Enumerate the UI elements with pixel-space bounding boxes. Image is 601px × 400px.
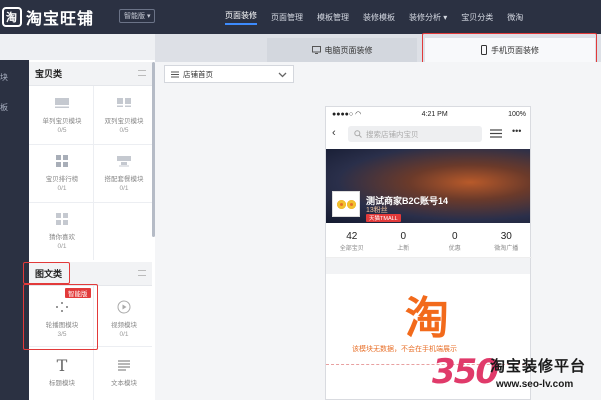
module-product-ranking[interactable]: 宝贝排行榜 0/1 xyxy=(31,144,93,202)
topnav-page-decorate[interactable]: 页面装修 xyxy=(218,0,264,34)
rail-item-modules[interactable]: 块 xyxy=(0,72,10,83)
text-lines-icon xyxy=(115,358,133,372)
topnav-product-category[interactable]: 宝贝分类 xyxy=(454,0,500,34)
more-dots-icon[interactable]: ••• xyxy=(512,126,521,136)
list-icon xyxy=(171,71,179,77)
stat-value: 0 xyxy=(400,231,407,242)
shop-search-input[interactable]: 搜索店铺内宝贝 xyxy=(348,126,482,142)
status-time: 4:21 PM xyxy=(421,110,448,118)
edition-dropdown[interactable]: 智能版 ▾ xyxy=(119,9,156,23)
module-guess-you-like[interactable]: 猜你喜欢 0/1 xyxy=(31,202,93,260)
page-select-value: 店铺首页 xyxy=(183,69,213,79)
section-products-header[interactable]: 宝贝类 xyxy=(29,62,152,86)
stat-label: 全部宝贝 xyxy=(339,246,364,252)
module-label: 文本模块 xyxy=(111,380,137,387)
section-gap xyxy=(326,258,530,274)
module-label: 标题模块 xyxy=(49,380,75,387)
module-label: 双列宝贝模块 xyxy=(104,118,144,125)
stat-all-products[interactable]: 42 全部宝贝 xyxy=(326,226,378,257)
module-count: 0/5 xyxy=(57,127,67,134)
module-label: 宝贝排行榜 xyxy=(45,176,79,183)
stat-new-arrivals[interactable]: 0 上新 xyxy=(378,226,430,257)
module-single-column-product[interactable]: 单列宝贝模块 0/5 xyxy=(31,86,93,144)
monitor-icon xyxy=(311,46,321,54)
watermark-brand: 淘宝装修平台 xyxy=(490,358,587,375)
carrier-signal: ●●●●○ ◠ xyxy=(332,111,362,118)
tab-pc-label: 电脑页面装修 xyxy=(324,45,373,55)
stat-value: 42 xyxy=(346,231,358,242)
taobao-tao-icon: 淘 xyxy=(405,293,449,344)
module-count: 0/5 xyxy=(119,127,129,134)
tmall-badge: 天猫TMALL xyxy=(366,214,401,222)
tab-pc-decorate[interactable]: 电脑页面装修 xyxy=(267,38,417,62)
battery-level: 100% xyxy=(508,110,526,118)
search-icon xyxy=(354,130,362,138)
stat-label: 优惠 xyxy=(448,246,461,252)
stat-value: 30 xyxy=(500,231,512,242)
app-logo-text: 淘宝旺铺 xyxy=(26,11,95,28)
store-logo xyxy=(332,191,360,217)
stat-value: 0 xyxy=(451,231,458,242)
module-label: 搭配套餐模块 xyxy=(104,176,144,183)
guess-you-like-icon xyxy=(53,212,71,226)
flower-icon xyxy=(346,199,356,209)
module-text[interactable]: 文本模块 xyxy=(93,348,155,400)
play-icon xyxy=(115,300,133,314)
module-count: 0/1 xyxy=(119,331,129,338)
back-arrow-icon[interactable]: ‹ xyxy=(332,127,336,139)
stat-weitao-broadcast[interactable]: 30 微淘广播 xyxy=(481,226,533,257)
category-list-icon[interactable] xyxy=(490,129,502,138)
phone-nav-bar: ‹ 搜索店铺内宝贝 ••• xyxy=(326,123,530,145)
carousel-module-highlight xyxy=(23,284,98,350)
chevron-down-icon xyxy=(278,72,287,78)
topnav-template-manage[interactable]: 模板管理 xyxy=(310,0,356,34)
topnav-weitao[interactable]: 微淘 xyxy=(500,0,530,34)
watermark-url: www.seo-lv.com xyxy=(496,379,574,390)
stat-discounts[interactable]: 0 优惠 xyxy=(429,226,481,257)
topnav-decorate-template[interactable]: 装修模板 xyxy=(356,0,402,34)
topnav-decorate-analysis[interactable]: 装修分析 ▾ xyxy=(402,0,454,34)
grip-icon xyxy=(138,70,146,76)
flower-icon xyxy=(336,199,346,209)
rail-item-templates[interactable]: 板 xyxy=(0,102,10,113)
module-count: 0/1 xyxy=(119,185,129,192)
phone-status-bar: ●●●●○ ◠ 4:21 PM 100% xyxy=(326,107,530,121)
module-label: 单列宝贝模块 xyxy=(42,118,82,125)
watermark: 350 淘宝装修平台 www.seo-lv.com xyxy=(432,352,601,400)
topnav-page-manage[interactable]: 页面管理 xyxy=(264,0,310,34)
module-count: 0/1 xyxy=(57,243,67,250)
top-nav: 页面装修 页面管理 模板管理 装修模板 装修分析 ▾ 宝贝分类 微淘 xyxy=(218,0,530,34)
stat-label: 上新 xyxy=(397,246,410,252)
page-select[interactable]: 店铺首页 xyxy=(164,65,294,83)
module-video[interactable]: 视频模块 0/1 xyxy=(93,290,155,348)
top-bar: 淘 淘宝旺铺 智能版 ▾ 页面装修 页面管理 模板管理 装修模板 装修分析 ▾ … xyxy=(0,0,601,34)
graphics-header-highlight xyxy=(23,262,70,284)
single-column-icon xyxy=(53,96,71,110)
section-products-title: 宝贝类 xyxy=(35,69,63,79)
search-placeholder: 搜索店铺内宝贝 xyxy=(366,129,419,139)
stat-label: 微淘广播 xyxy=(494,246,519,252)
module-label: 猜你喜欢 xyxy=(49,234,75,241)
watermark-number: 350 xyxy=(432,352,499,392)
taobao-logo-icon: 淘 xyxy=(2,7,22,27)
double-column-icon xyxy=(115,96,133,110)
module-combo-package[interactable]: 搭配套餐模块 0/1 xyxy=(93,144,155,202)
grip-icon xyxy=(138,270,146,276)
combo-package-icon xyxy=(115,154,133,168)
module-label: 视频模块 xyxy=(111,322,137,329)
shop-stats: 42 全部宝贝 0 上新 0 优惠 30 微淘广播 xyxy=(326,226,532,258)
module-double-column-product[interactable]: 双列宝贝模块 0/5 xyxy=(93,86,155,144)
module-count: 0/1 xyxy=(57,185,67,192)
text-t-icon: T xyxy=(56,355,68,375)
module-title[interactable]: T 标题模块 xyxy=(31,348,93,400)
ranking-grid-icon xyxy=(53,154,71,168)
app-logo[interactable]: 淘 淘宝旺铺 xyxy=(2,3,94,31)
